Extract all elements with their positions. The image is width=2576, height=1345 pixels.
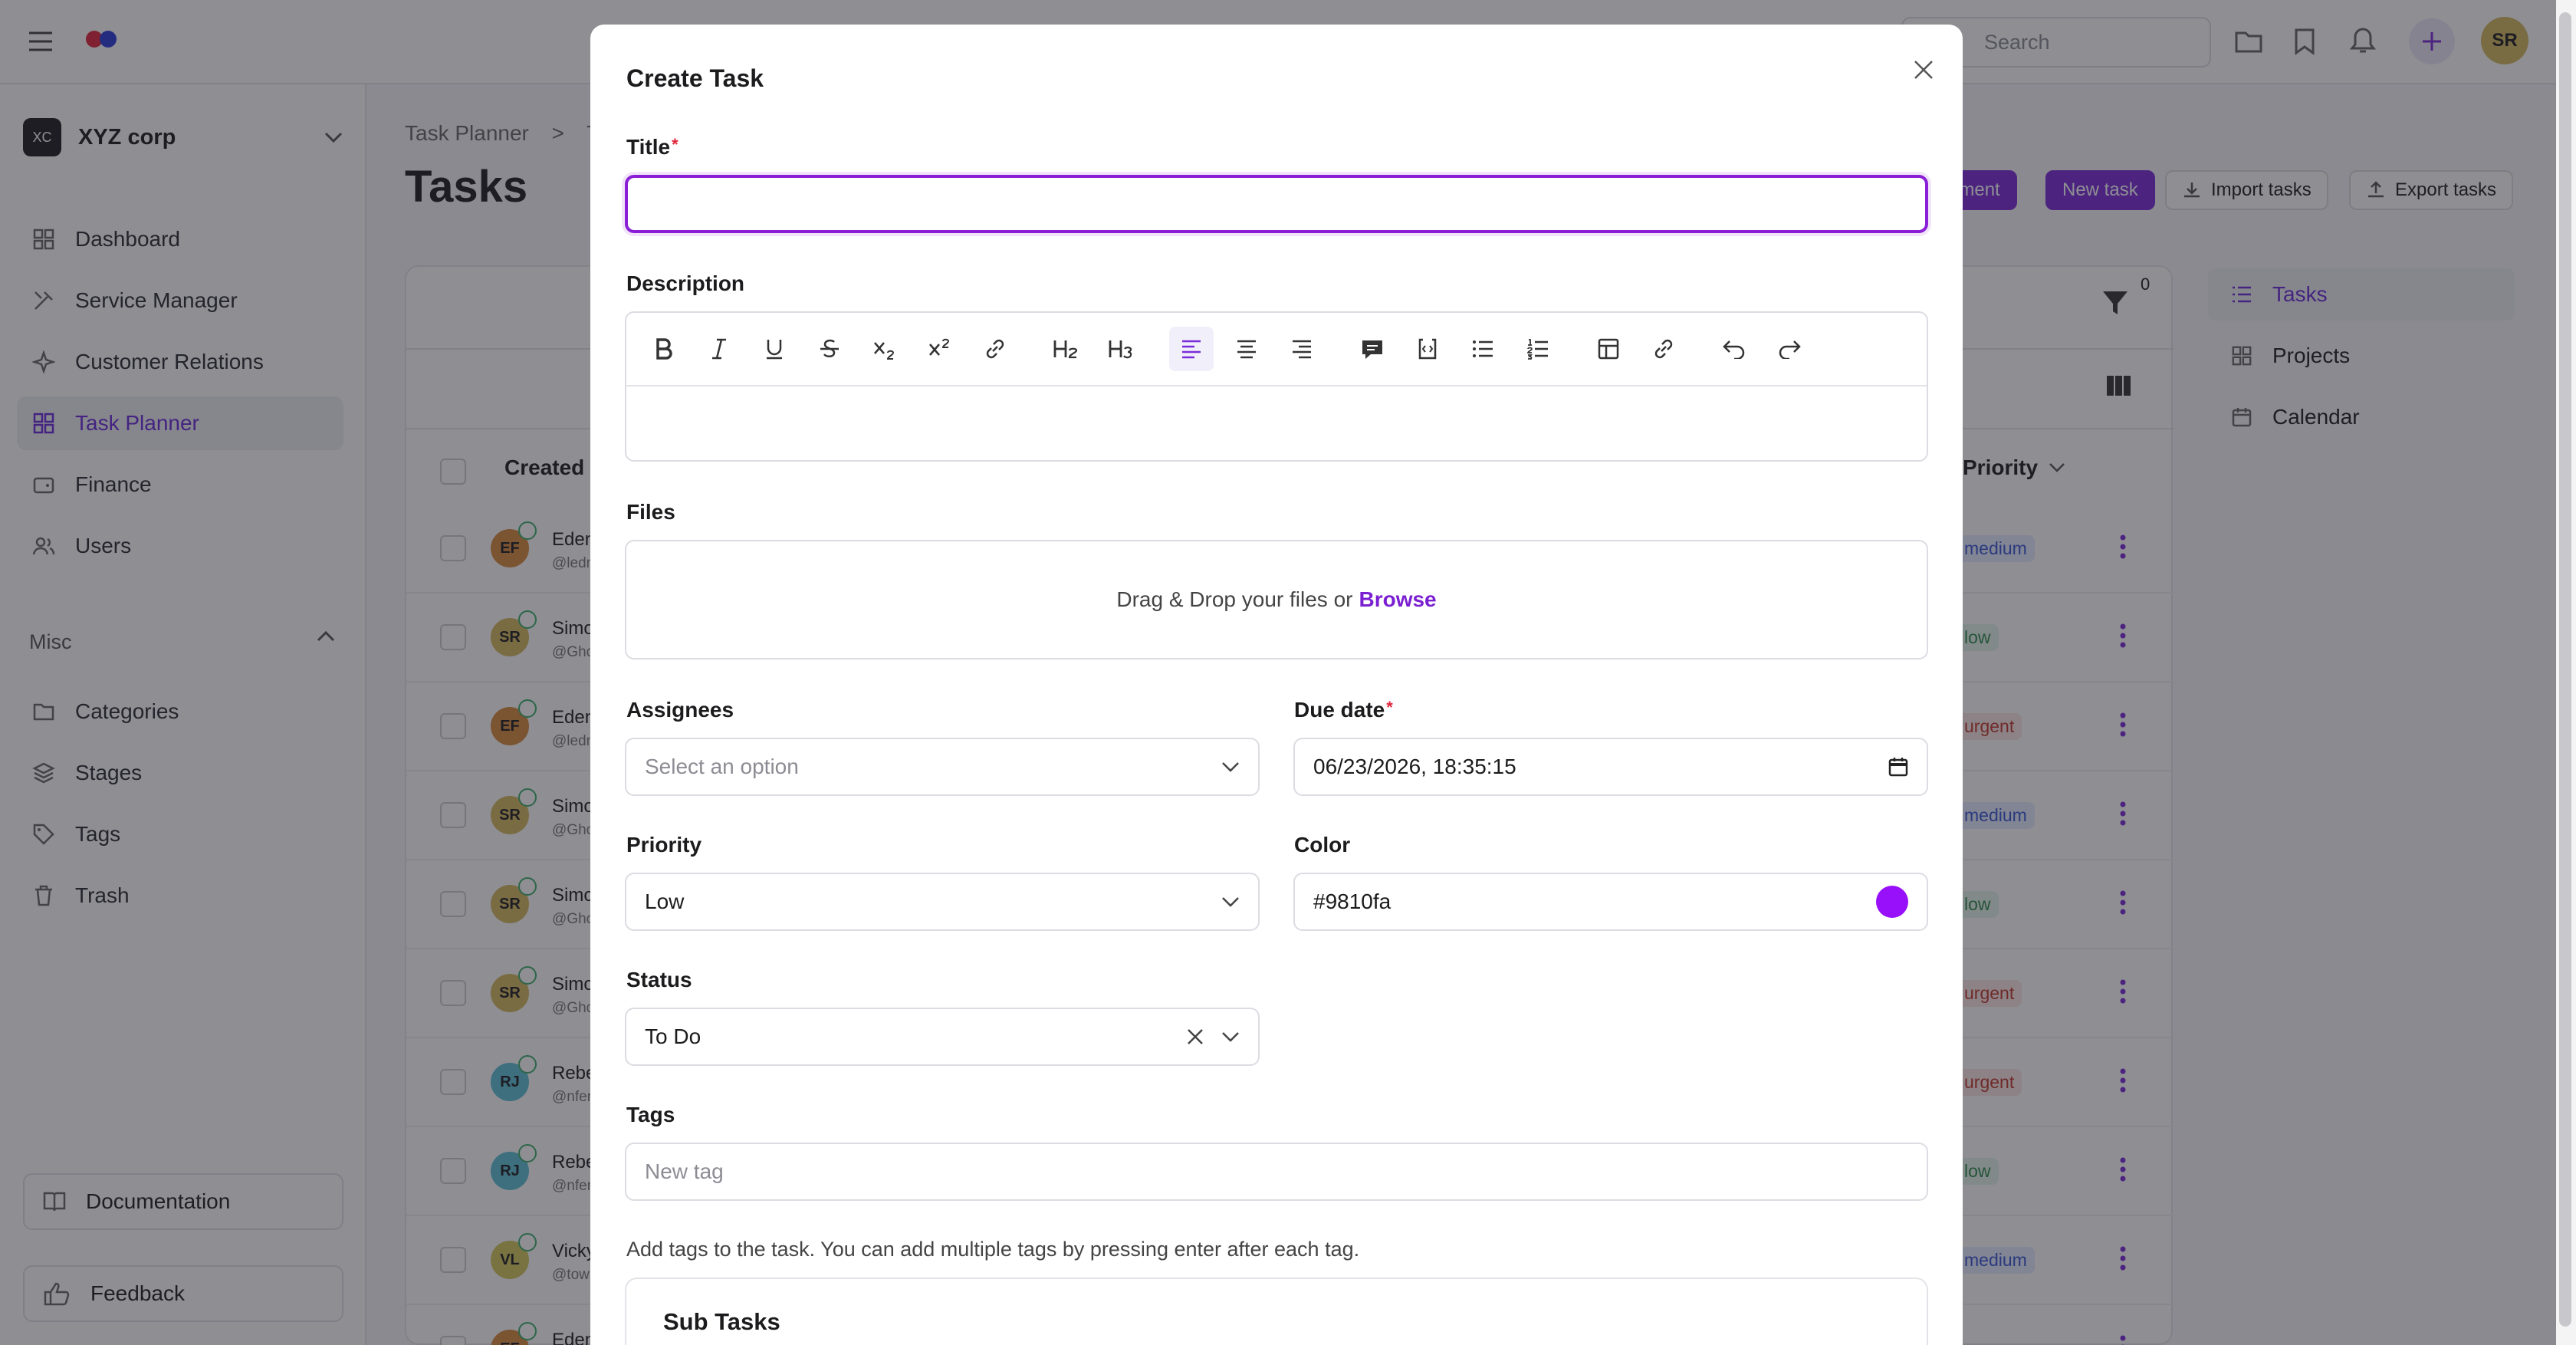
status-select[interactable]: To Do [625,1008,1260,1066]
heading-2-icon[interactable] [1043,327,1088,371]
color-swatch[interactable] [1876,886,1908,918]
code-block-icon[interactable] [1405,327,1450,371]
tags-placeholder: New tag [645,1159,724,1183]
priority-label: Priority [626,833,702,857]
editor-toolbar [626,313,1927,386]
due-date-label: Due date* [1294,698,1393,722]
calendar-icon[interactable] [1888,757,1908,777]
status-label: Status [626,968,692,991]
unlink-icon[interactable] [1641,327,1686,371]
superscript-icon[interactable] [918,327,962,371]
table-icon[interactable] [1586,327,1631,371]
link-icon[interactable] [973,327,1017,371]
priority-value: Low [645,890,685,913]
align-center-icon[interactable] [1224,327,1269,371]
chevron-down-icon [1221,896,1240,907]
title-label-text: Title [626,135,671,159]
bold-icon[interactable] [642,327,686,371]
title-input[interactable] [625,175,1928,233]
color-label: Color [1294,833,1351,857]
close-icon [1912,58,1935,81]
create-task-modal: Create Task Title* Description Files Dra… [590,25,1963,1345]
due-date-label-text: Due date [1294,698,1385,722]
subscript-icon[interactable] [863,327,907,371]
redo-icon[interactable] [1767,327,1812,371]
file-dropzone[interactable]: Drag & Drop your files or Browse [625,540,1928,659]
numbered-list-icon[interactable] [1516,327,1560,371]
status-value: To Do [645,1024,702,1048]
color-input[interactable]: #9810fa [1293,873,1928,931]
description-text-area[interactable] [626,388,1927,462]
strikethrough-icon[interactable] [807,327,852,371]
underline-icon[interactable] [752,327,797,371]
subtasks-title: Sub Tasks [663,1308,780,1335]
modal-title: Create Task [626,64,764,92]
bullet-list-icon[interactable] [1460,327,1505,371]
priority-select[interactable]: Low [625,873,1260,931]
heading-3-icon[interactable] [1099,327,1143,371]
due-date-value: 06/23/2026, 18:35:15 [1313,755,1516,778]
due-date-input[interactable]: 06/23/2026, 18:35:15 [1293,738,1928,796]
dropzone-text: Drag & Drop your files or [1116,587,1353,611]
color-value: #9810fa [1313,890,1392,913]
required-mark: * [672,135,678,154]
clear-icon[interactable] [1186,1028,1204,1046]
chevron-down-icon [1221,761,1240,772]
align-left-icon[interactable] [1169,327,1214,371]
tags-label: Tags [626,1103,675,1126]
assignees-select[interactable]: Select an option [625,738,1260,796]
tags-input[interactable]: New tag [625,1143,1928,1201]
description-editor [625,311,1928,462]
tags-help-text: Add tags to the task. You can add multip… [626,1238,1360,1261]
subtasks-card: Sub Tasks [625,1278,1928,1345]
scrollbar-thumb[interactable] [2559,12,2571,1327]
italic-icon[interactable] [697,327,741,371]
browse-link[interactable]: Browse [1359,587,1436,612]
required-mark: * [1386,698,1393,717]
assignees-placeholder: Select an option [645,755,799,778]
assignees-label: Assignees [626,698,734,722]
title-label: Title* [626,135,678,159]
undo-icon[interactable] [1712,327,1756,371]
comment-icon[interactable] [1350,327,1395,371]
description-label: Description [626,271,745,295]
close-button[interactable] [1906,52,1941,87]
files-label: Files [626,500,675,524]
chevron-down-icon [1221,1031,1240,1042]
align-right-icon[interactable] [1280,327,1324,371]
